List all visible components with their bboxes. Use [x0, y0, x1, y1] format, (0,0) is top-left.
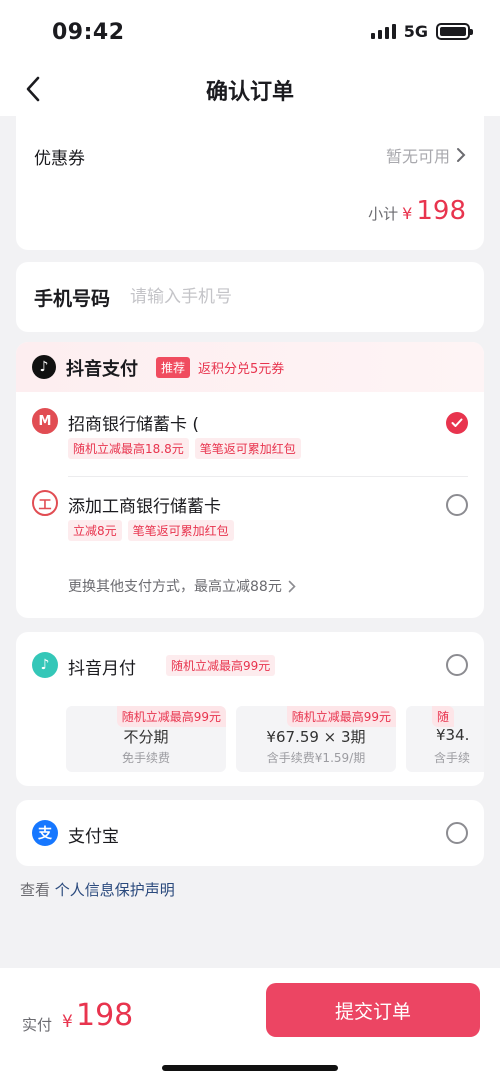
installment-main: 不分期: [123, 728, 169, 746]
bottom-bar: 实付 ¥ 198 提交订单: [0, 968, 500, 1081]
bank-option-cmb[interactable]: M 招商银行储蓄卡 ( 随机立减最高18.8元 笔笔返可累加红包: [16, 392, 484, 476]
icbc-bank-icon: 工: [32, 490, 58, 516]
subtotal-amount: 198: [416, 196, 466, 226]
bank-promos: 立减8元 笔笔返可累加红包: [68, 520, 234, 541]
page-title: 确认订单: [205, 80, 294, 105]
coupon-card: 优惠券 暂无可用 小计 ¥ 198: [16, 116, 484, 250]
phone-input[interactable]: [130, 282, 460, 312]
monthly-promo: 随机立减最高99元: [166, 655, 276, 676]
coupon-value: 暂无可用: [385, 147, 450, 166]
installment-main: ¥67.59 × 3期: [266, 728, 366, 746]
radio-unchecked[interactable]: [446, 494, 468, 516]
alipay-card[interactable]: 支 支付宝: [16, 800, 484, 866]
cmb-bank-icon: M: [32, 408, 58, 434]
promo-chip: 笔笔返可累加红包: [194, 438, 301, 459]
battery-icon: [436, 23, 473, 40]
subtotal-currency: ¥: [402, 204, 413, 223]
douyin-monthly-card: ♪ 抖音月付 随机立减最高99元 随机立减最高99元 不分期 免手续费 随机立减…: [16, 632, 484, 786]
douyin-monthly-icon: ♪: [32, 652, 58, 678]
status-bar: 09:42 5G: [0, 0, 500, 62]
check-icon: [451, 418, 463, 427]
installment-option-6[interactable]: 随 ¥34. 含手续: [406, 706, 484, 772]
submit-order-button[interactable]: 提交订单: [266, 983, 480, 1037]
installment-sub: 含手续: [434, 751, 471, 765]
status-indicators: 5G: [370, 22, 473, 41]
douyin-icon: ♪: [32, 355, 56, 379]
douyin-pay-card: ♪ 抖音支付 推荐 返积分兑5元券 M 招商银行储蓄卡 ( 随机立减最高18.8…: [16, 342, 484, 618]
alipay-title: 支付宝: [68, 827, 119, 847]
home-indicator: [162, 1065, 338, 1071]
subtotal: 小计 ¥ 198: [368, 196, 466, 226]
installment-tag: 随: [432, 706, 455, 727]
more-payment-methods[interactable]: 更换其他支付方式，最高立减88元: [68, 576, 296, 596]
total-currency: ¥: [62, 1012, 73, 1032]
privacy-prefix: 查看: [20, 881, 51, 899]
total-label: 实付: [22, 1016, 53, 1034]
promo-chip: 立减8元: [68, 520, 122, 541]
bank-name: 添加工商银行储蓄卡: [68, 497, 221, 517]
installment-sub: 含手续费¥1.59/期: [266, 751, 366, 765]
status-time: 09:42: [52, 20, 125, 45]
more-payment-label: 更换其他支付方式，最高立减88元: [68, 579, 282, 595]
installment-tag: 随机立减最高99元: [116, 706, 226, 727]
coupon-selector[interactable]: 暂无可用: [386, 143, 466, 167]
bank-name: 招商银行储蓄卡 (: [68, 415, 200, 435]
douyin-pay-header: ♪ 抖音支付 推荐 返积分兑5元券: [16, 342, 484, 392]
phone-card: 手机号码: [16, 262, 484, 332]
monthly-title: 抖音月付: [68, 659, 136, 679]
phone-label: 手机号码: [34, 288, 111, 310]
installment-options: 随机立减最高99元 不分期 免手续费 随机立减最高99元 ¥67.59 × 3期…: [66, 706, 484, 772]
monthly-radio[interactable]: [446, 654, 468, 676]
signal-icon: [370, 24, 396, 39]
installment-main: ¥34.: [436, 726, 470, 744]
network-label: 5G: [403, 22, 428, 41]
privacy-notice: 查看 个人信息保护声明: [20, 879, 175, 900]
alipay-radio[interactable]: [446, 822, 468, 844]
douyin-pay-promo: 返积分兑5元券: [198, 362, 285, 377]
recommend-badge: 推荐: [156, 357, 191, 378]
privacy-link[interactable]: 个人信息保护声明: [55, 881, 175, 899]
alipay-icon: 支: [32, 820, 58, 846]
radio-checked[interactable]: [446, 412, 468, 434]
bank-promos: 随机立减最高18.8元 笔笔返可累加红包: [68, 438, 301, 459]
installment-sub: 免手续费: [121, 751, 170, 765]
promo-chip: 随机立减最高18.8元: [68, 438, 189, 459]
promo-chip: 笔笔返可累加红包: [127, 520, 234, 541]
coupon-label: 优惠券: [34, 149, 85, 169]
installment-tag: 随机立减最高99元: [286, 706, 396, 727]
installment-option-none[interactable]: 随机立减最高99元 不分期 免手续费: [66, 706, 226, 772]
douyin-pay-title: 抖音支付: [66, 359, 138, 380]
chevron-right-icon: [457, 148, 466, 162]
chevron-right-icon: [288, 580, 296, 592]
total-amount: 198: [76, 998, 134, 1033]
nav-bar: 确认订单: [0, 62, 500, 116]
subtotal-label: 小计: [368, 205, 399, 223]
installment-option-3[interactable]: 随机立减最高99元 ¥67.59 × 3期 含手续费¥1.59/期: [236, 706, 396, 772]
bank-option-icbc[interactable]: 工 添加工商银行储蓄卡 立减8元 笔笔返可累加红包: [16, 476, 484, 560]
